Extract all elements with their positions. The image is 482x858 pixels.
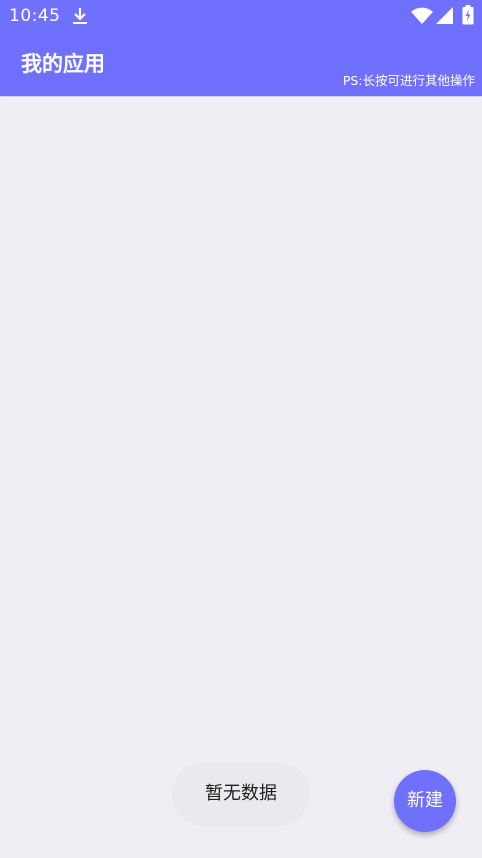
signal-icon [436,7,453,24]
new-app-button[interactable]: 新建 [394,770,456,832]
page-title: 我的应用 [21,52,105,76]
app-bar: 我的应用 PS:长按可进行其他操作 [0,32,482,96]
long-press-hint: PS:长按可进行其他操作 [342,73,475,88]
wifi-icon [411,7,433,24]
app-list-area [0,97,482,858]
status-bar: 10:45 [0,0,482,32]
empty-state-message: 暂无数据 [172,762,310,826]
download-icon [73,8,87,24]
status-time: 10:45 [9,6,61,26]
battery-charging-icon [462,5,474,25]
